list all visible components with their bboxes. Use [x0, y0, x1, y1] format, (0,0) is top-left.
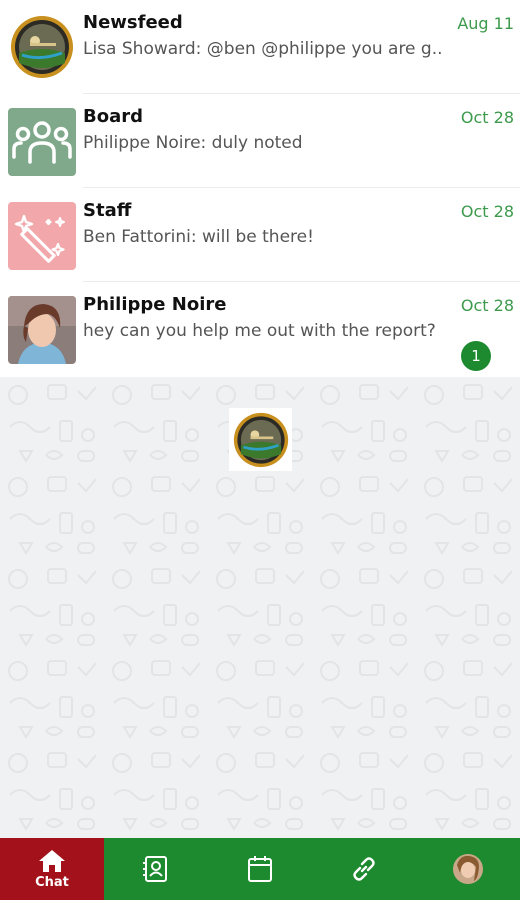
- nav-chat-label: Chat: [35, 875, 69, 890]
- chat-wallpaper: [0, 377, 520, 838]
- chat-name: Staff: [83, 200, 132, 221]
- chat-name: Board: [83, 106, 143, 127]
- chat-date: Aug 11: [457, 14, 514, 33]
- link-icon: [353, 857, 375, 881]
- contacts-icon: [143, 856, 167, 882]
- profile-avatar: [453, 854, 483, 884]
- chat-date: Oct 28: [460, 202, 514, 221]
- nav-calendar-tab[interactable]: [208, 838, 312, 900]
- nav-links-tab[interactable]: [312, 838, 416, 900]
- magic-wand-icon-avatar: [8, 202, 76, 270]
- bottom-navigation: Chat: [0, 838, 520, 900]
- chat-date: Oct 28: [460, 296, 514, 315]
- profile-photo-avatar: [8, 296, 76, 364]
- chat-preview: hey can you help me out with the report?: [83, 321, 436, 341]
- unread-badge: 1: [461, 341, 491, 371]
- club-logo-avatar: [10, 15, 74, 79]
- chat-list: Newsfeed Lisa Showard: @ben @philippe yo…: [0, 0, 520, 377]
- chat-row-staff[interactable]: Staff Ben Fattorini: will be there! Oct …: [0, 188, 520, 282]
- home-icon: [39, 850, 65, 872]
- chat-name: Newsfeed: [83, 12, 183, 33]
- chat-row-newsfeed[interactable]: Newsfeed Lisa Showard: @ben @philippe yo…: [0, 0, 520, 94]
- group-icon: [12, 121, 72, 164]
- chat-preview: Philippe Noire: duly noted: [83, 133, 303, 153]
- calendar-icon: [248, 856, 272, 882]
- nav-profile-tab[interactable]: [416, 838, 520, 900]
- chat-preview: Lisa Showard: @ben @philippe you are g..…: [83, 39, 443, 59]
- club-logo: [229, 408, 292, 471]
- chat-date: Oct 28: [460, 108, 514, 127]
- chat-preview: Ben Fattorini: will be there!: [83, 227, 314, 247]
- nav-contacts-tab[interactable]: [104, 838, 208, 900]
- group-icon-avatar: [8, 108, 76, 176]
- chat-row-board[interactable]: Board Philippe Noire: duly noted Oct 28: [0, 94, 520, 188]
- chat-name: Philippe Noire: [83, 294, 227, 315]
- nav-chat-tab[interactable]: Chat: [0, 838, 104, 900]
- chat-row-philippe-noire[interactable]: Philippe Noire hey can you help me out w…: [0, 282, 520, 376]
- magic-wand-icon: [14, 214, 65, 263]
